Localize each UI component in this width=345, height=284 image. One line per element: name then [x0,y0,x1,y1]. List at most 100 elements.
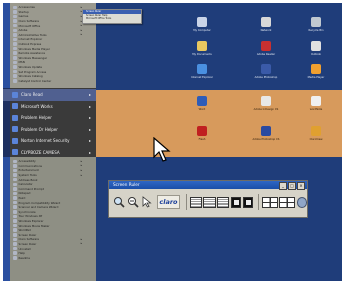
app-icon [13,210,17,214]
menu-item-label: Microsoft Works [21,103,53,109]
menu-item-label: CLYPBOZE CAMESA [21,149,60,155]
menu-item-label: Catalyst Control Center [18,78,52,83]
desktop-icon[interactable]: Word [185,96,219,111]
screen-ruler-toolbar[interactable]: Screen Ruler _ □ × claro [108,180,308,218]
photoshop-icon [261,64,271,74]
desktop-icon[interactable]: My Computer [185,17,219,32]
programs-submenu: Screen Ruler Screen Ruler Help Microsoft… [82,9,142,24]
folder-icon [13,10,17,14]
maximize-button[interactable]: □ [288,182,296,190]
menu-item-label: Problem Or Helper [21,126,58,132]
desktop-icon-label: Adobe Photoshop [254,76,278,79]
desktop-icon[interactable]: ClaroView [299,126,333,141]
desktop-icon[interactable]: Internet Explorer [185,64,219,79]
desktop-icon[interactable]: wordNote [299,96,333,111]
ruler-lines-button[interactable] [217,196,230,208]
start-menu: Accessories▸Startup▸Games▸Claro Software… [3,3,96,281]
desktop-icon-label: wordNote [309,108,323,111]
layout-button[interactable] [279,196,296,208]
ruler-lines-button[interactable] [203,196,216,208]
desktop-icon[interactable]: My Documents [185,41,219,56]
toolbar-body: claro [109,189,308,215]
menu-item[interactable]: Microsoft Works ▸ [3,101,96,113]
zoom-out-button[interactable] [127,195,139,209]
menu-item[interactable]: Catalyst Control Center [3,79,96,84]
folder-icon [13,23,17,28]
mouse-pointer-icon [153,137,171,162]
folder-icon [13,164,17,168]
menu-item[interactable]: Claro Read ▸ [3,89,96,101]
app-icon [13,46,17,51]
desktop-icon[interactable]: Adobe Photoshop CS [249,126,283,141]
claro-logo: claro [157,195,180,209]
window-controls: _ □ × [279,182,305,190]
chevron-right-icon: ▸ [88,149,91,155]
app-icon [12,103,18,110]
start-menu-highlighted-section: Claro Read ▸ Microsoft Works ▸ Problem Helpe… [3,88,96,167]
folder-icon [13,33,17,37]
chevron-right-icon: ▸ [80,168,82,172]
zoom-icon [128,197,139,208]
chevron-right-icon: ▸ [88,92,91,98]
photoshop-icon [261,126,271,136]
app-icon [12,91,18,98]
menu-item[interactable]: Problem Helper ▸ [3,112,96,124]
desktop-icon-label: My Documents [192,53,212,56]
chevron-right-icon: ▸ [80,33,82,37]
desktop-icon[interactable]: Adobe Reader [249,41,283,56]
indesign-icon [261,96,271,106]
desktop-icon-label: Adobe Photoshop CS [252,138,280,141]
pointer-button[interactable] [141,195,152,209]
app-icon [13,56,17,60]
menu-item-label: Norton Internet Security [21,138,70,144]
toolbar-titlebar[interactable]: Screen Ruler _ □ × [109,181,307,190]
minimize-button[interactable]: _ [279,182,287,190]
app-icon [13,65,17,69]
desktop-icon-label: Recycle Bin [308,29,324,32]
browser-icon [197,64,207,74]
app-icon [13,251,17,255]
desktop-icon[interactable]: Flash [185,126,219,141]
desktop-icon-label: Internet Explorer [191,76,213,79]
app-icon [13,242,17,246]
submenu-item[interactable]: Microsoft Office Tools [83,17,141,21]
start-menu-lower: Accessibility ▸ Communications ▸ Entertainme… [3,157,96,281]
chevron-right-icon: ▸ [80,173,82,177]
desktop-icon-label: Media Player [307,76,325,79]
layout-button[interactable] [261,196,278,208]
menu-item[interactable]: Readme [3,255,96,260]
app-icon [13,51,17,55]
menu-item[interactable]: Problem Or Helper ▸ [3,124,96,136]
desktop-icon[interactable]: Outlook [299,41,333,56]
ruler-lines-button[interactable] [189,196,202,208]
mail-icon [311,41,321,51]
desktop-icon-label: ClaroView [309,138,323,141]
app-icon [12,114,18,121]
folder-icon [13,173,17,177]
magnifier-button[interactable] [113,195,125,209]
document-icon [311,96,321,106]
desktop-icon[interactable]: Adobe Photoshop [249,64,283,79]
app-icon [13,196,17,200]
app-icon [13,223,17,228]
app-icon [13,177,17,182]
close-button[interactable]: × [297,182,305,190]
menu-item[interactable]: Norton Internet Security ▸ [3,135,96,147]
mask-button[interactable] [230,196,242,208]
help-icon[interactable] [296,196,308,208]
desktop-icon[interactable]: Adobe InDesign CS [249,96,283,111]
desktop-icon-label: Word [198,108,206,111]
claro-icon [311,126,321,136]
desktop-icon-label: Adobe InDesign CS [253,108,279,111]
folder-icon [13,168,17,173]
desktop-icon[interactable]: Media Player [299,64,333,79]
mask-button[interactable] [242,196,254,208]
toolbar-title: Screen Ruler [113,182,140,187]
app-icon [13,37,17,42]
app-icon [13,214,17,219]
app-icon [13,74,17,78]
app-icon [13,200,17,205]
desktop-icon[interactable]: Network [249,17,283,32]
chevron-right-icon: ▸ [80,159,82,163]
desktop-icon[interactable]: Recycle Bin [299,17,333,32]
